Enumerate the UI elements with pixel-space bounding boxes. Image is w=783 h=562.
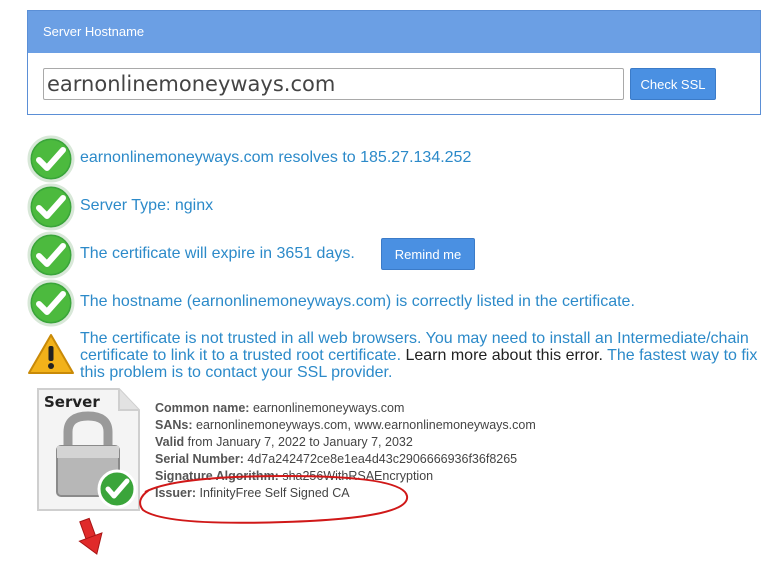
panel-header: Server Hostname — [28, 11, 760, 53]
warning-triangle-icon — [28, 334, 74, 374]
valid-row: Valid from January 7, 2022 to January 7,… — [155, 435, 413, 449]
green-check-icon — [27, 135, 75, 183]
remind-me-button[interactable]: Remind me — [381, 238, 475, 270]
sans-row: SANs: earnonlinemoneyways.com, www.earno… — [155, 418, 536, 432]
server-certificate-icon: Server — [37, 388, 140, 511]
hostname-listed-text: The hostname (earnonlinemoneyways.com) i… — [80, 293, 635, 310]
green-check-icon — [27, 231, 75, 279]
server-label: Server — [44, 393, 100, 411]
resolve-text: earnonlinemoneyways.com resolves to 185.… — [80, 149, 472, 166]
annotation-ellipse — [139, 474, 409, 524]
red-down-arrow-icon — [78, 517, 103, 555]
common-name-row: Common name: earnonlinemoneyways.com — [155, 401, 405, 415]
hostname-input[interactable] — [43, 68, 624, 100]
trust-warning: The certificate is not trusted in all we… — [80, 330, 770, 381]
green-check-icon — [27, 183, 75, 231]
check-ssl-button[interactable]: Check SSL — [630, 68, 716, 100]
hostname-panel: Server Hostname Check SSL — [27, 10, 761, 115]
server-type-text: Server Type: nginx — [80, 197, 214, 214]
green-check-icon — [27, 279, 75, 327]
serial-row: Serial Number: 4d7a242472ce8e1ea4d43c290… — [155, 452, 518, 466]
learn-more-link[interactable]: Learn more about this error. — [405, 347, 602, 364]
expiry-text: The certificate will expire in 3651 days… — [80, 245, 355, 262]
